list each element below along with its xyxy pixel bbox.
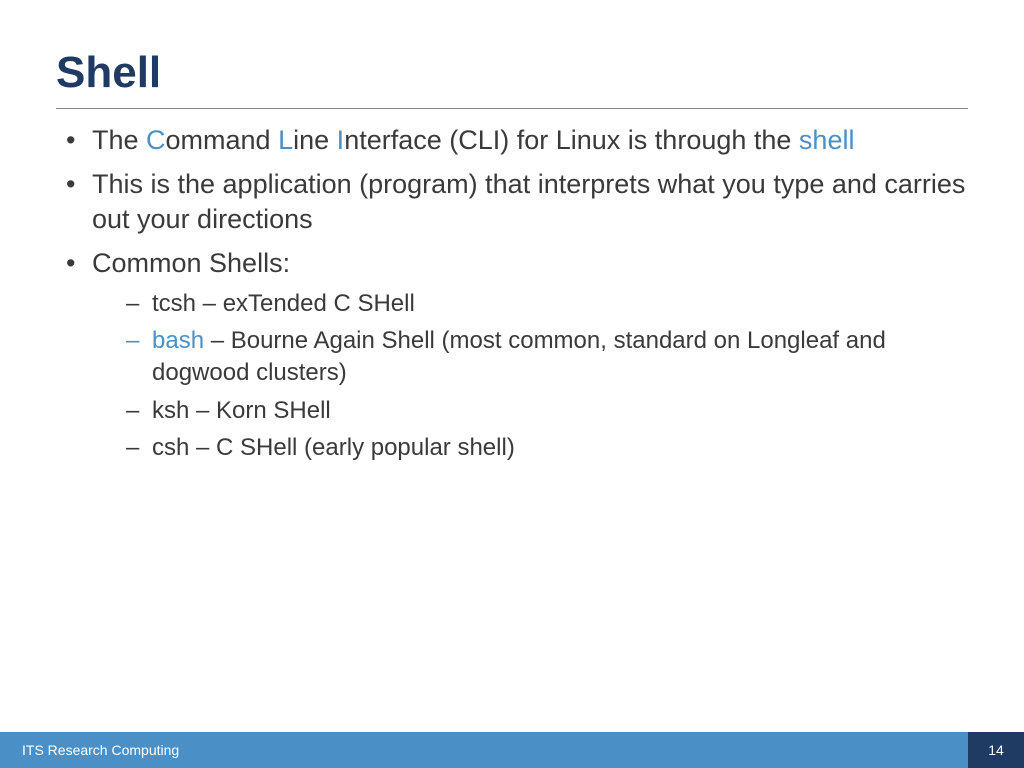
slide-content: The Command Line Interface (CLI) for Lin… — [56, 123, 968, 464]
title-divider — [56, 108, 968, 109]
bullet-list: The Command Line Interface (CLI) for Lin… — [56, 123, 968, 464]
footer-text: ITS Research Computing — [0, 742, 179, 758]
slide-title: Shell — [56, 48, 968, 98]
text: Common Shells: — [92, 248, 290, 278]
bullet-item: Common Shells: tcsh – exTended C SHell b… — [56, 246, 968, 464]
text: The — [92, 125, 146, 155]
text: ine — [293, 125, 337, 155]
sub-bullet-item: tcsh – exTended C SHell — [92, 288, 968, 320]
highlight-letter: C — [146, 125, 166, 155]
text: nterface (CLI) for Linux is through the — [344, 125, 799, 155]
sub-bullet-list: tcsh – exTended C SHell bash – Bourne Ag… — [92, 288, 968, 464]
highlight-word: bash — [152, 327, 204, 354]
page-number: 14 — [968, 732, 1024, 768]
sub-bullet-item: csh – C SHell (early popular shell) — [92, 432, 968, 464]
text: – Bourne Again Shell (most common, stand… — [152, 327, 886, 386]
sub-bullet-item: ksh – Korn SHell — [92, 395, 968, 427]
highlight-word: shell — [799, 125, 855, 155]
highlight-letter: L — [278, 125, 293, 155]
slide: Shell The Command Line Interface (CLI) f… — [0, 0, 1024, 768]
bullet-item: This is the application (program) that i… — [56, 167, 968, 238]
sub-bullet-item: bash – Bourne Again Shell (most common, … — [92, 325, 968, 388]
bullet-item: The Command Line Interface (CLI) for Lin… — [56, 123, 968, 159]
slide-footer: ITS Research Computing 14 — [0, 732, 1024, 768]
text: ommand — [166, 125, 279, 155]
